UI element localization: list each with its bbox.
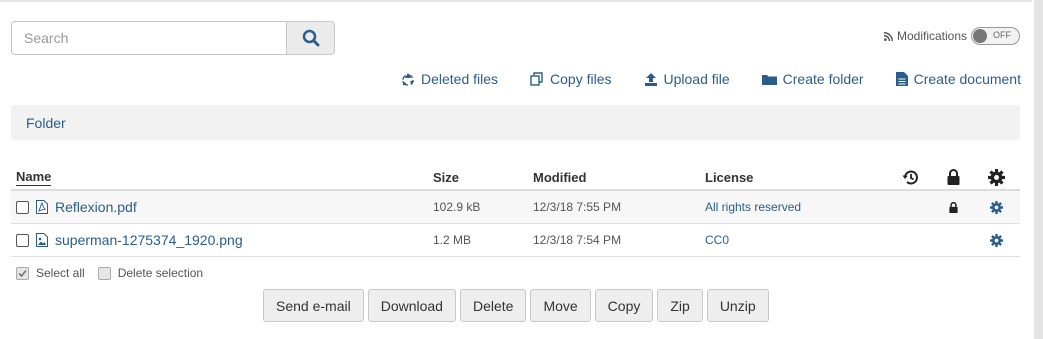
row-checkbox[interactable] xyxy=(16,200,29,214)
header-name[interactable]: Name xyxy=(16,169,52,186)
file-actions: Deleted files Copy files Upload file Cre… xyxy=(401,71,1021,87)
file-name-link[interactable]: superman-1275374_1920.png xyxy=(55,232,243,248)
settings-cell xyxy=(975,233,1018,247)
file-name-cell: Reflexion.pdf xyxy=(11,199,433,215)
deleted-files-link[interactable]: Deleted files xyxy=(401,71,498,87)
upload-file-label: Upload file xyxy=(663,71,730,87)
download-button[interactable]: Download xyxy=(367,289,456,322)
copy-icon xyxy=(530,72,543,86)
upload-file-link[interactable]: Upload file xyxy=(644,71,730,87)
upload-icon xyxy=(644,73,657,86)
create-document-link[interactable]: Create document xyxy=(895,71,1021,87)
select-all-checkbox[interactable] xyxy=(16,266,29,280)
lock-icon xyxy=(949,201,958,213)
select-all-label: Select all xyxy=(36,266,85,280)
file-size: 1.2 MB xyxy=(433,233,472,247)
file-license[interactable]: All rights reserved xyxy=(705,200,889,214)
header-lock xyxy=(932,169,975,185)
copy-files-label: Copy files xyxy=(550,71,612,87)
select-all-control[interactable]: Select all xyxy=(16,266,85,280)
file-table: Name Size Modified License Reflexion.pdf… xyxy=(11,165,1020,257)
send-email-button[interactable]: Send e-mail xyxy=(263,289,364,322)
file-name-cell: superman-1275374_1920.png xyxy=(11,232,433,248)
create-document-label: Create document xyxy=(913,71,1021,87)
gear-icon[interactable] xyxy=(990,233,1003,247)
search-button[interactable] xyxy=(286,21,335,55)
copy-button[interactable]: Copy xyxy=(594,289,654,322)
gear-icon[interactable] xyxy=(990,200,1003,214)
delete-button[interactable]: Delete xyxy=(459,289,527,322)
file-modified: 12/3/18 7:55 PM xyxy=(533,200,622,214)
scrollbar[interactable] xyxy=(1034,0,1043,339)
settings-cell xyxy=(975,200,1018,214)
check-icon xyxy=(18,269,27,277)
lock-cell xyxy=(932,201,975,213)
header-settings xyxy=(975,168,1018,186)
selection-controls: Select all Delete selection xyxy=(16,266,216,280)
header-size[interactable]: Size xyxy=(433,170,533,185)
header-versions xyxy=(889,169,932,186)
header-name-cell: Name xyxy=(11,169,433,186)
search-group xyxy=(11,21,335,55)
breadcrumb-folder[interactable]: Folder xyxy=(26,115,66,131)
toggle-state: OFF xyxy=(993,30,1011,40)
modifications-label: Modifications xyxy=(896,29,967,43)
header-modified[interactable]: Modified xyxy=(533,170,705,185)
deleted-files-label: Deleted files xyxy=(420,71,499,87)
lock-icon xyxy=(947,169,960,185)
copy-files-link[interactable]: Copy files xyxy=(530,71,612,87)
zip-button[interactable]: Zip xyxy=(657,289,703,322)
image-file-icon xyxy=(36,233,48,247)
create-folder-label: Create folder xyxy=(782,71,864,87)
file-modified: 12/3/18 7:54 PM xyxy=(533,233,622,247)
bulk-action-buttons: Send e-mail Download Delete Move Copy Zi… xyxy=(263,289,769,322)
delete-selection-label: Delete selection xyxy=(117,266,204,280)
modifications-toggle[interactable]: OFF xyxy=(971,27,1020,45)
delete-selection-control[interactable]: Delete selection xyxy=(97,266,204,280)
history-icon xyxy=(902,170,918,185)
file-name-link[interactable]: Reflexion.pdf xyxy=(55,199,137,215)
table-header: Name Size Modified License xyxy=(11,165,1020,191)
row-checkbox[interactable] xyxy=(16,233,29,247)
document-icon xyxy=(895,72,908,86)
toggle-knob xyxy=(973,29,987,43)
search-input[interactable] xyxy=(11,21,286,55)
folder-icon xyxy=(761,74,777,85)
delete-selection-checkbox[interactable] xyxy=(97,266,111,280)
top-divider xyxy=(0,0,1032,2)
file-license[interactable]: CC0 xyxy=(705,233,889,247)
gear-icon xyxy=(988,168,1005,186)
unzip-button[interactable]: Unzip xyxy=(706,289,769,322)
modifications-toggle-group: Modifications OFF xyxy=(883,27,1020,45)
recycle-icon xyxy=(402,73,414,86)
pdf-file-icon xyxy=(36,200,48,214)
breadcrumb: Folder xyxy=(11,105,1020,140)
file-size: 102.9 kB xyxy=(433,200,481,214)
create-folder-link[interactable]: Create folder xyxy=(761,71,864,87)
move-button[interactable]: Move xyxy=(530,289,591,322)
header-license[interactable]: License xyxy=(705,170,889,185)
table-row: superman-1275374_1920.png 1.2 MB 12/3/18… xyxy=(11,224,1020,257)
search-icon xyxy=(302,29,319,47)
rss-icon xyxy=(883,31,893,41)
table-row: Reflexion.pdf 102.9 kB 12/3/18 7:55 PM A… xyxy=(11,191,1020,224)
